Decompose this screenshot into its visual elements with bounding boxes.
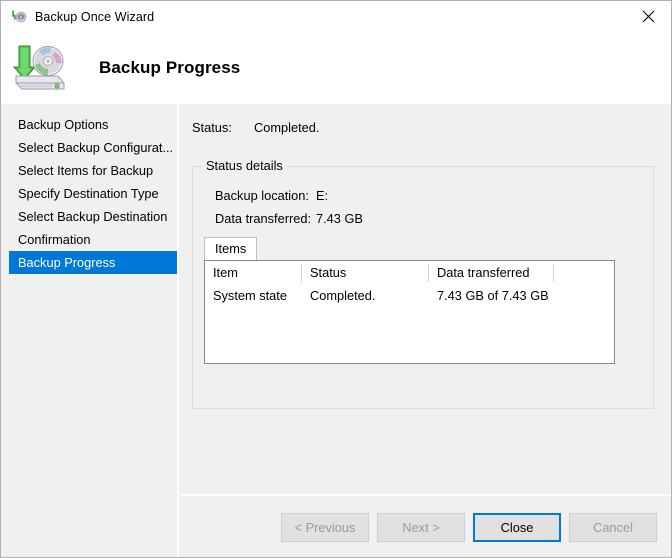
- sidebar-item-select-backup-destination[interactable]: Select Backup Destination: [1, 205, 177, 228]
- dialog-body: Backup Options Select Backup Configurat.…: [1, 104, 671, 557]
- column-header-item[interactable]: Item: [205, 261, 302, 285]
- previous-button[interactable]: < Previous: [281, 513, 369, 542]
- column-header-filler: [554, 261, 614, 285]
- backup-drive-disc-icon: [11, 43, 69, 93]
- status-value: Completed.: [254, 120, 320, 135]
- backup-once-wizard-window: Backup Once Wizard Backup Progress Backu…: [0, 0, 672, 558]
- status-details-label: Status details: [202, 158, 287, 173]
- items-list-view: Item Status Data transferred System stat…: [204, 260, 615, 364]
- sidebar-item-specify-destination-type[interactable]: Specify Destination Type: [1, 182, 177, 205]
- tab-items[interactable]: Items: [204, 237, 258, 260]
- backup-location-label: Backup location:: [215, 188, 309, 203]
- column-header-data-transferred[interactable]: Data transferred: [429, 261, 554, 285]
- sidebar-item-select-items-for-backup[interactable]: Select Items for Backup: [1, 159, 177, 182]
- sidebar-item-backup-options[interactable]: Backup Options: [1, 113, 177, 136]
- next-button[interactable]: Next >: [377, 513, 465, 542]
- page-title: Backup Progress: [99, 58, 241, 77]
- sidebar-item-select-backup-configuration[interactable]: Select Backup Configurat...: [1, 136, 177, 159]
- status-details-groupbox: Status details Backup location: E: Data t…: [192, 158, 654, 409]
- cancel-button[interactable]: Cancel: [569, 513, 657, 542]
- dialog-footer: < Previous Next > Close Cancel: [181, 494, 671, 557]
- status-line: Status: Completed.: [192, 120, 319, 135]
- data-transferred-label: Data transferred:: [215, 211, 312, 226]
- status-label: Status:: [192, 120, 232, 135]
- data-transferred-value: 7.43 GB: [316, 211, 363, 226]
- list-header: Item Status Data transferred: [205, 261, 614, 285]
- cell-data-transferred: 7.43 GB of 7.43 GB: [437, 288, 549, 303]
- page-header: Backup Progress: [1, 32, 671, 104]
- close-button[interactable]: Close: [473, 513, 561, 542]
- backup-location-row: Backup location: E:: [215, 188, 328, 203]
- column-header-status[interactable]: Status: [302, 261, 429, 285]
- title-bar: Backup Once Wizard: [1, 1, 671, 32]
- cell-item: System state: [213, 288, 287, 303]
- content-panel: Status: Completed. Status details Backup …: [181, 104, 671, 557]
- tab-strip: Items: [204, 237, 644, 260]
- cell-status: Completed.: [310, 288, 376, 303]
- backup-location-value: E:: [316, 188, 329, 203]
- sidebar-item-backup-progress[interactable]: Backup Progress: [9, 251, 177, 274]
- window-title: Backup Once Wizard: [35, 9, 155, 24]
- button-bar: < Previous Next > Close Cancel: [281, 513, 657, 542]
- sidebar-item-confirmation[interactable]: Confirmation: [1, 228, 177, 251]
- table-row[interactable]: System state Completed. 7.43 GB of 7.43 …: [205, 285, 614, 307]
- data-transferred-row: Data transferred: 7.43 GB: [215, 211, 363, 226]
- backup-disc-icon: [11, 9, 27, 25]
- wizard-steps-sidebar: Backup Options Select Backup Configurat.…: [1, 104, 179, 557]
- close-icon[interactable]: [625, 1, 671, 31]
